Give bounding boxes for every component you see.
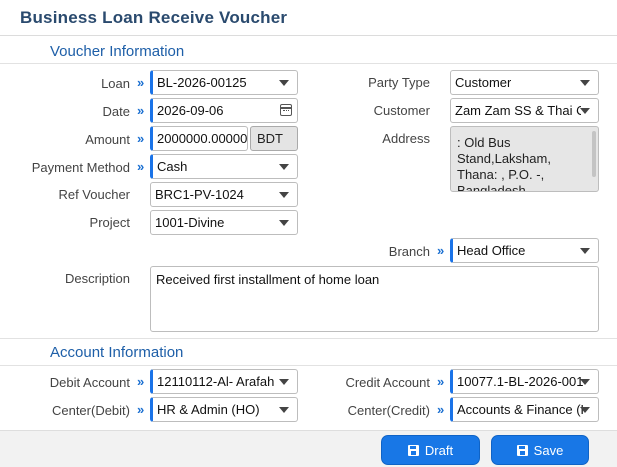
credit-account-chevron-icon: » — [437, 374, 444, 389]
description-label: Description — [64, 271, 130, 286]
save-button[interactable]: Save — [491, 435, 589, 465]
draft-button[interactable]: Draft — [381, 435, 480, 465]
party-type-label: Party Type — [368, 75, 430, 90]
dropdown-arrow-icon — [279, 220, 289, 226]
center-debit-value: HR & Admin (HO) — [157, 402, 260, 417]
debit-account-chevron-icon: » — [137, 374, 144, 389]
dropdown-arrow-icon — [279, 379, 289, 385]
currency-badge: BDT — [250, 126, 298, 151]
ref-voucher-label: Ref Voucher — [58, 187, 130, 202]
calendar-icon[interactable] — [280, 104, 292, 116]
loan-chevron-icon: » — [137, 75, 144, 90]
branch-label: Branch — [388, 244, 430, 259]
debit-account-select[interactable]: 12110112-Al- Arafah Is — [150, 369, 298, 394]
loan-select[interactable]: BL-2026-00125 — [150, 70, 298, 95]
draft-button-label: Draft — [424, 442, 454, 458]
payment-method-select[interactable]: Cash — [150, 154, 298, 179]
description-value: Received first installment of home loan — [156, 272, 380, 287]
credit-account-value: 10077.1-BL-2026-0012 — [457, 374, 583, 389]
payment-method-label: Payment Method — [31, 160, 130, 175]
center-credit-chevron-icon: » — [437, 402, 444, 417]
dropdown-arrow-icon — [279, 80, 289, 86]
dropdown-arrow-icon — [580, 108, 590, 114]
project-select[interactable]: 1001-Divine — [150, 210, 298, 235]
payment-method-chevron-icon: » — [137, 159, 144, 174]
loan-value: BL-2026-00125 — [157, 75, 247, 90]
branch-chevron-icon: » — [437, 243, 444, 258]
ref-voucher-value: BRC1-PV-1024 — [155, 187, 244, 202]
account-section-header: Account Information — [0, 338, 617, 366]
center-debit-chevron-icon: » — [137, 402, 144, 417]
debit-account-label: Debit Account — [49, 375, 130, 390]
date-input[interactable]: 2026-09-06 — [150, 98, 298, 123]
amount-chevron-icon: » — [137, 131, 144, 146]
branch-select[interactable]: Head Office — [450, 238, 599, 263]
debit-account-value: 12110112-Al- Arafah Is — [157, 374, 279, 389]
center-credit-select[interactable]: Accounts & Finance (HO — [450, 397, 599, 422]
address-textarea[interactable]: : Old Bus Stand,Laksham, Thana: , P.O. -… — [450, 126, 599, 192]
customer-select[interactable]: Zam Zam SS & Thai Ch — [450, 98, 599, 123]
amount-value: 2000000.00000 — [157, 131, 247, 146]
party-type-value: Customer — [455, 75, 512, 90]
dropdown-arrow-icon — [580, 80, 590, 86]
currency-value: BDT — [257, 131, 283, 146]
save-button-label: Save — [533, 442, 564, 458]
payment-method-value: Cash — [157, 159, 188, 174]
branch-value: Head Office — [457, 243, 526, 258]
credit-account-label: Credit Account — [345, 375, 430, 390]
center-credit-value: Accounts & Finance (HO — [457, 402, 583, 417]
address-scrollbar[interactable] — [592, 131, 596, 177]
voucher-section-title: Voucher Information — [50, 43, 185, 60]
date-chevron-icon: » — [137, 103, 144, 118]
floppy-disk-icon — [516, 444, 528, 456]
description-textarea[interactable]: Received first installment of home loan — [150, 266, 599, 332]
amount-input[interactable]: 2000000.00000 — [150, 126, 248, 151]
ref-voucher-select[interactable]: BRC1-PV-1024 — [150, 182, 298, 207]
loan-label: Loan — [101, 76, 130, 91]
center-credit-label: Center(Credit) — [347, 403, 430, 418]
dropdown-arrow-icon — [279, 407, 289, 413]
party-type-select[interactable]: Customer — [450, 70, 599, 95]
address-value: : Old Bus Stand,Laksham, Thana: , P.O. -… — [457, 135, 555, 192]
customer-label: Customer — [373, 103, 430, 118]
amount-label: Amount — [85, 132, 130, 147]
project-label: Project — [89, 215, 130, 230]
address-label: Address — [382, 131, 430, 146]
title-bar: Business Loan Receive Voucher — [0, 0, 617, 36]
dropdown-arrow-icon — [580, 379, 590, 385]
dropdown-arrow-icon — [279, 192, 289, 198]
voucher-section-header: Voucher Information — [0, 36, 617, 64]
dropdown-arrow-icon — [580, 248, 590, 254]
date-value: 2026-09-06 — [157, 103, 224, 118]
floppy-disk-icon — [407, 444, 419, 456]
center-debit-label: Center(Debit) — [51, 403, 130, 418]
dropdown-arrow-icon — [279, 164, 289, 170]
project-value: 1001-Divine — [155, 215, 225, 230]
customer-value: Zam Zam SS & Thai Ch — [455, 103, 581, 118]
credit-account-select[interactable]: 10077.1-BL-2026-0012 — [450, 369, 599, 394]
date-label: Date — [102, 104, 130, 119]
dropdown-arrow-icon — [580, 407, 590, 413]
center-debit-select[interactable]: HR & Admin (HO) — [150, 397, 298, 422]
page-title: Business Loan Receive Voucher — [20, 8, 288, 27]
account-section-title: Account Information — [50, 344, 184, 361]
